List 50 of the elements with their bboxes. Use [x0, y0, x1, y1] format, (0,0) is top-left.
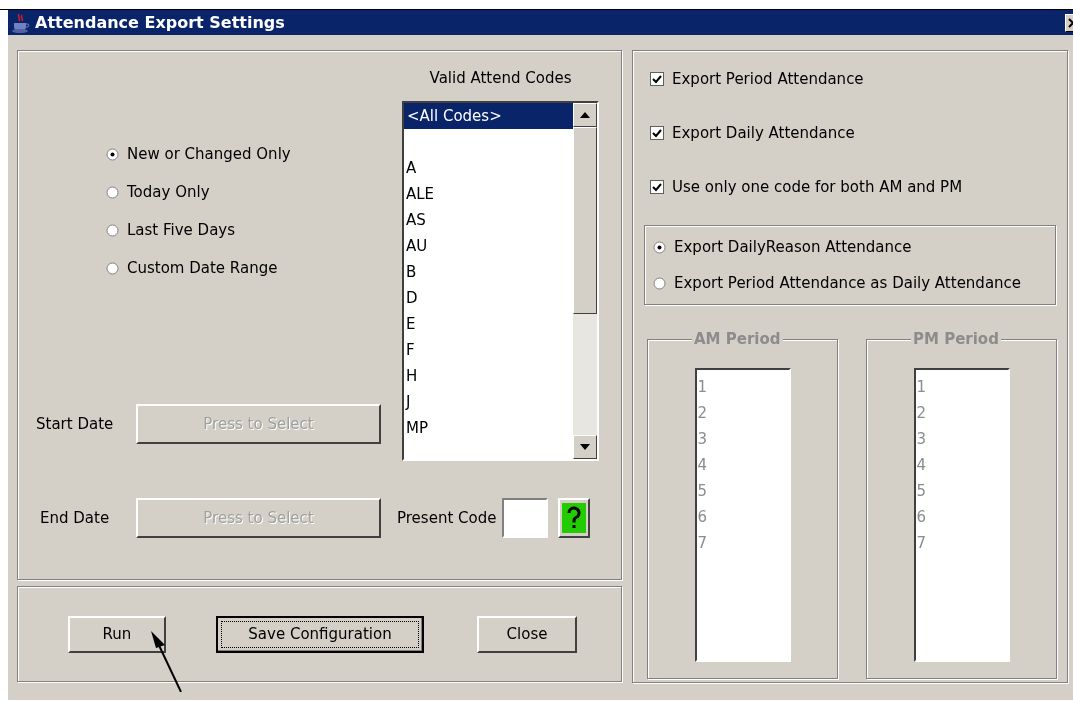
checkbox[interactable]	[650, 72, 664, 86]
checkbox-label: Export Period Attendance	[672, 68, 864, 90]
checkbox-label: Use only one code for both AM and PM	[672, 176, 963, 198]
radio-label: Last Five Days	[127, 219, 236, 241]
code-list-item[interactable]: MP	[404, 415, 573, 441]
radio-label: Today Only	[127, 181, 210, 203]
code-list-item[interactable]: ALE	[404, 181, 573, 207]
code-list-item[interactable]: E	[404, 311, 573, 337]
radio-button[interactable]	[653, 276, 666, 290]
help-icon	[562, 503, 587, 533]
code-list-item[interactable]: F	[404, 337, 573, 363]
date-label: End Date	[39, 507, 111, 529]
radio-button[interactable]	[653, 240, 666, 254]
dialog-button[interactable]: Save Configuration	[216, 615, 424, 653]
code-list-item[interactable]: AU	[404, 233, 573, 259]
code-list-item[interactable]: B	[404, 259, 573, 285]
dialog-button[interactable]: Close	[477, 615, 577, 653]
down-arrow-icon	[580, 444, 590, 450]
date-label: Start Date	[35, 413, 115, 435]
checkbox[interactable]	[650, 180, 664, 194]
list-heading: Valid Attend Codes	[429, 68, 572, 89]
help-button[interactable]	[558, 498, 591, 538]
codes-list[interactable]: <All Codes> A ALE AS AU B D E F H J MP	[402, 101, 599, 461]
radio-label: Export DailyReason Attendance	[674, 236, 912, 258]
pointer-arrow	[150, 631, 184, 692]
scroll-down-button[interactable]	[573, 435, 597, 459]
scrollbar[interactable]	[573, 103, 597, 459]
up-arrow-icon	[580, 112, 590, 118]
dialog-button[interactable]: Run	[68, 615, 166, 653]
scroll-thumb[interactable]	[573, 127, 597, 314]
code-list-item[interactable]: D	[404, 285, 573, 311]
radio-label: Export Period Attendance as Daily Attendance	[674, 272, 1022, 294]
present-code-label: Present Code	[397, 507, 497, 529]
checkbox[interactable]	[650, 126, 664, 140]
scroll-up-button[interactable]	[573, 103, 597, 127]
radio-label: New or Changed Only	[127, 143, 291, 165]
present-code-field[interactable]	[502, 498, 549, 538]
radio-button[interactable]	[106, 185, 119, 199]
code-list-item[interactable]: <All Codes>	[404, 103, 573, 129]
radio-button[interactable]	[106, 261, 119, 275]
java-cup-icon	[10, 11, 32, 34]
code-list-item[interactable]: J	[404, 389, 573, 415]
code-list-item[interactable]: H	[404, 363, 573, 389]
code-list-item[interactable]: A	[404, 155, 573, 181]
window-title: Attendance Export Settings	[35, 11, 285, 34]
radio-button[interactable]	[106, 147, 119, 161]
radio-label: Custom Date Range	[127, 257, 278, 279]
code-list-item[interactable]: AS	[404, 207, 573, 233]
radio-button[interactable]	[106, 223, 119, 237]
checkbox-label: Export Daily Attendance	[672, 122, 855, 144]
